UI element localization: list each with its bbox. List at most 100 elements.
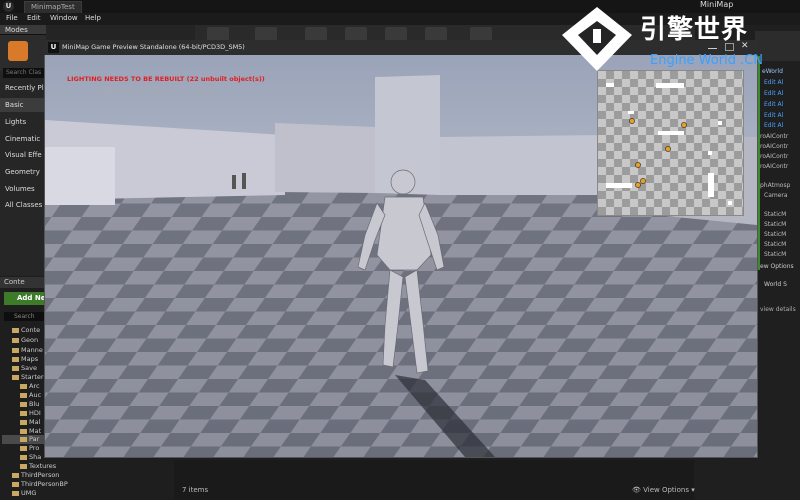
outliner-row[interactable]: roAIContr bbox=[760, 162, 788, 172]
content-browser-tab[interactable]: Conte bbox=[0, 277, 46, 288]
unreal-logo-icon: U bbox=[48, 42, 59, 53]
folder-icon bbox=[20, 445, 27, 451]
chevron-down-icon: ▾ bbox=[688, 486, 695, 494]
suppress-hint: 'DisableAllScreenMessages' to suppress bbox=[96, 88, 216, 95]
outliner-row[interactable]: StaticM bbox=[764, 210, 786, 220]
folder-icon bbox=[20, 454, 27, 460]
outliner-row[interactable]: roAIContr bbox=[760, 152, 788, 162]
minimap bbox=[597, 70, 744, 216]
category-cinematic[interactable]: Cinematic bbox=[0, 132, 46, 146]
tree-item[interactable]: Geon bbox=[12, 336, 38, 345]
modes-panel: Modes Search Clas Recently Pl Basic Ligh… bbox=[0, 25, 46, 275]
folder-icon bbox=[20, 463, 27, 469]
outliner-row[interactable]: Edit Al bbox=[764, 78, 783, 88]
folder-icon bbox=[20, 392, 27, 398]
tree-item[interactable]: UMG bbox=[12, 489, 36, 498]
outliner-row[interactable]: Edit Al bbox=[764, 121, 783, 131]
folder-icon bbox=[12, 374, 19, 380]
menu-window[interactable]: Window bbox=[50, 14, 78, 22]
folder-icon bbox=[12, 481, 19, 487]
folder-icon bbox=[12, 365, 19, 371]
category-all-classes[interactable]: All Classes bbox=[0, 198, 46, 212]
tree-item[interactable]: Manne bbox=[12, 346, 43, 355]
modes-header[interactable]: Modes bbox=[0, 25, 46, 35]
folder-icon bbox=[20, 410, 27, 416]
menu-help[interactable]: Help bbox=[85, 14, 101, 22]
folder-icon bbox=[20, 436, 27, 442]
tree-item[interactable]: StarterC bbox=[12, 373, 48, 382]
details-hint: view details bbox=[760, 306, 796, 313]
folder-icon bbox=[20, 401, 27, 407]
outliner-row[interactable]: Camera bbox=[764, 191, 788, 201]
tree-item-selected[interactable]: Par bbox=[2, 435, 44, 444]
tree-item[interactable]: Conte bbox=[12, 326, 40, 335]
unreal-logo-icon: U bbox=[3, 1, 14, 12]
player-marker-icon bbox=[629, 118, 635, 124]
outliner-view-options[interactable]: ew Options bbox=[760, 262, 794, 272]
menu-file[interactable]: File bbox=[6, 14, 18, 22]
folder-search-input[interactable]: Search bbox=[4, 312, 46, 321]
folder-icon bbox=[12, 327, 19, 333]
class-search-input[interactable]: Search Clas bbox=[3, 68, 45, 78]
category-recently-placed[interactable]: Recently Pl bbox=[0, 81, 46, 95]
outliner-row[interactable]: StaticM bbox=[764, 220, 786, 230]
tree-item[interactable]: Mal bbox=[20, 418, 40, 427]
outliner-row[interactable]: roAIContr bbox=[760, 132, 788, 142]
tree-item[interactable]: Maps bbox=[12, 355, 38, 364]
category-visual-effects[interactable]: Visual Effe bbox=[0, 148, 46, 162]
tree-item[interactable]: Blu bbox=[20, 400, 39, 409]
tree-item[interactable]: ThirdPersonBP bbox=[12, 480, 68, 489]
player-marker-icon bbox=[635, 182, 641, 188]
player-marker-icon bbox=[681, 122, 687, 128]
outliner-row[interactable]: Edit Al bbox=[764, 89, 783, 99]
category-volumes[interactable]: Volumes bbox=[0, 182, 46, 196]
tree-item[interactable]: Sha bbox=[20, 453, 41, 462]
item-count: 7 items bbox=[182, 486, 209, 494]
folder-icon bbox=[20, 428, 27, 434]
folder-icon bbox=[12, 490, 19, 496]
outliner-row[interactable]: StaticM bbox=[764, 250, 786, 260]
place-mode-icon[interactable] bbox=[8, 41, 28, 61]
category-lights[interactable]: Lights bbox=[0, 115, 46, 129]
tree-item[interactable]: Auc bbox=[20, 391, 41, 400]
view-options-button[interactable]: 👁 View Options ▾ bbox=[632, 486, 695, 494]
mode-tools bbox=[0, 35, 46, 71]
outliner-row[interactable]: Edit Al bbox=[764, 111, 783, 121]
player-marker-icon bbox=[665, 146, 671, 152]
menu-edit[interactable]: Edit bbox=[27, 14, 41, 22]
eye-icon: 👁 bbox=[632, 486, 644, 494]
editor-root: U MinimapTest File Edit Window Help Mode… bbox=[0, 0, 800, 500]
add-new-button[interactable]: Add Ne bbox=[4, 292, 46, 305]
tree-item[interactable]: ThirdPerson bbox=[12, 471, 59, 480]
folder-icon bbox=[12, 472, 19, 478]
outliner-row[interactable]: StaticM bbox=[764, 240, 786, 250]
details-tab[interactable]: World S bbox=[764, 280, 787, 290]
player-marker-icon bbox=[640, 178, 646, 184]
outliner-row[interactable]: eWorld bbox=[762, 67, 783, 77]
watermark-title: 引擎世界 bbox=[640, 15, 749, 45]
folder-icon bbox=[12, 337, 19, 343]
player-marker-icon bbox=[635, 162, 641, 168]
watermark-subtitle: Engine World .CN bbox=[650, 53, 764, 68]
folder-icon bbox=[20, 419, 27, 425]
tree-item[interactable]: Pro bbox=[20, 444, 39, 453]
outliner-row[interactable]: StaticM bbox=[764, 230, 786, 240]
lighting-warning: LIGHTING NEEDS TO BE REBUILT (22 unbuilt… bbox=[67, 75, 265, 83]
minimap-render bbox=[598, 71, 743, 215]
outliner-row[interactable]: Edit Al bbox=[764, 100, 783, 110]
category-geometry[interactable]: Geometry bbox=[0, 165, 46, 179]
folder-icon bbox=[20, 383, 27, 389]
tree-item[interactable]: Textures bbox=[20, 462, 56, 471]
folder-icon bbox=[12, 356, 19, 362]
tree-item[interactable]: Save bbox=[12, 364, 37, 373]
outliner-row[interactable]: roAIContr bbox=[760, 142, 788, 152]
asset-view bbox=[174, 460, 694, 500]
tree-item[interactable]: HDI bbox=[20, 409, 41, 418]
outliner-row[interactable]: phAtmosp bbox=[760, 181, 790, 191]
game-window-title: MiniMap Game Preview Standalone (64-bit/… bbox=[62, 43, 245, 51]
category-basic[interactable]: Basic bbox=[0, 98, 46, 112]
watermark-logo-icon bbox=[562, 7, 632, 71]
folder-icon bbox=[12, 347, 19, 353]
level-tab[interactable]: MinimapTest bbox=[24, 1, 82, 13]
tree-item[interactable]: Arc bbox=[20, 382, 40, 391]
